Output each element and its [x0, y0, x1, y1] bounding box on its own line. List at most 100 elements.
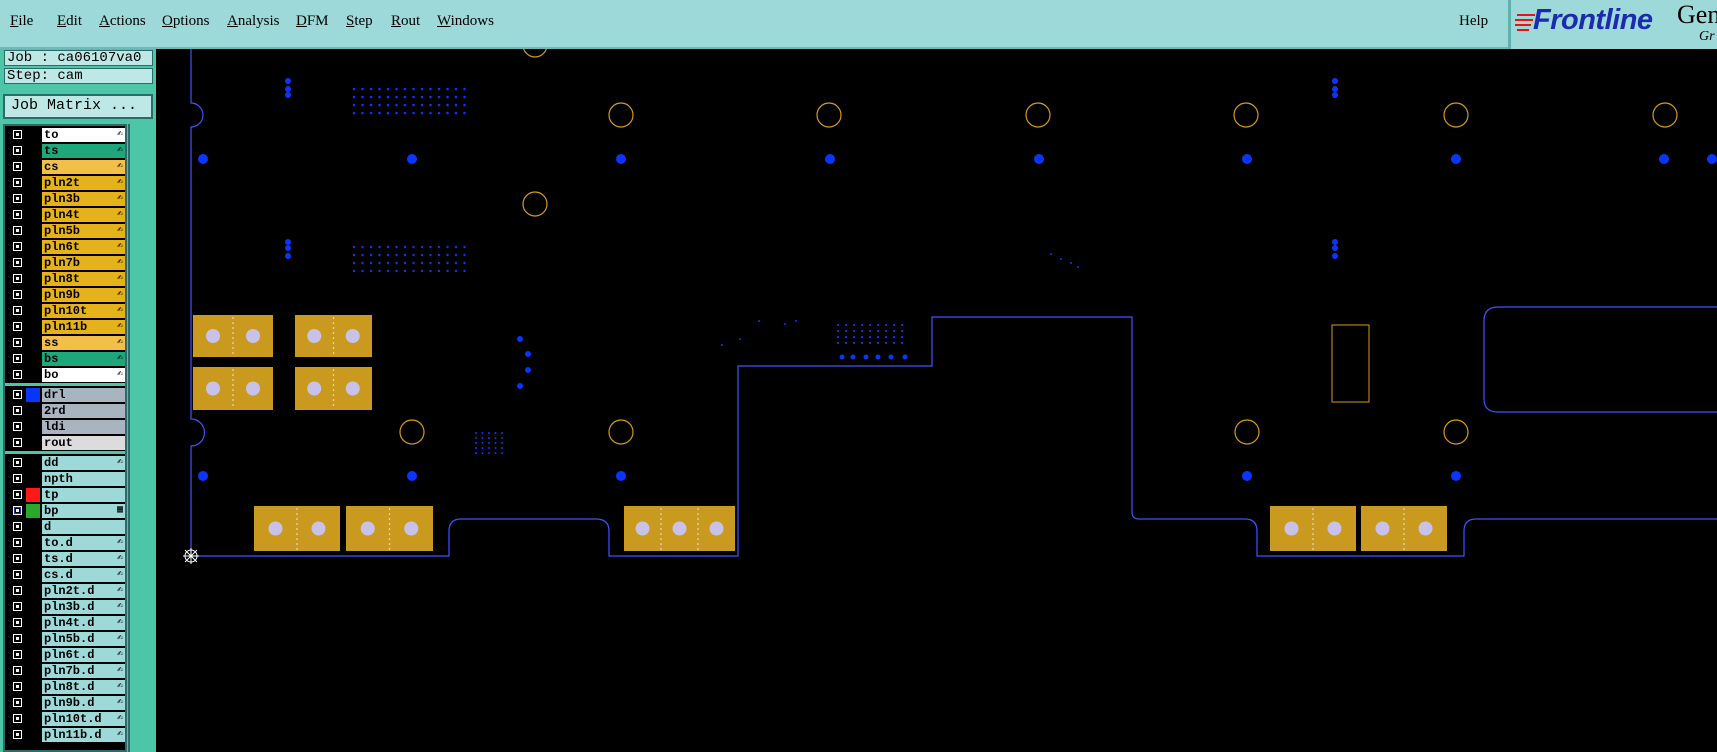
layer-label[interactable]: pln10t ✍ [42, 304, 125, 318]
layer-row-to[interactable]: to ✍ [7, 128, 125, 142]
menu-file[interactable]: File [10, 13, 33, 30]
layer-label[interactable]: to.d ✍ [42, 536, 125, 550]
menu-help[interactable]: Help [1459, 13, 1488, 30]
layer-row-pln6t[interactable]: pln6t ✍ [7, 240, 125, 254]
layer-row-pln8t[interactable]: pln8t ✍ [7, 272, 125, 286]
layer-row-dd[interactable]: dd ✍ [7, 456, 125, 470]
layer-checkbox[interactable] [13, 522, 22, 531]
layer-label[interactable]: pln7b.d ✍ [42, 664, 125, 678]
layer-label[interactable]: pln11b.d ✍ [42, 728, 125, 742]
job-matrix-button[interactable]: Job Matrix ... [3, 94, 153, 119]
layer-row-pln4t[interactable]: pln4t ✍ [7, 208, 125, 222]
layer-row-pln6t-d[interactable]: pln6t.d ✍ [7, 648, 125, 662]
layer-label[interactable]: ldi [42, 420, 125, 434]
layer-row-pln7b[interactable]: pln7b ✍ [7, 256, 125, 270]
layer-checkbox[interactable] [13, 506, 22, 515]
layer-label[interactable]: pln9b.d ✍ [42, 696, 125, 710]
layer-checkbox[interactable] [13, 490, 22, 499]
layer-row-2rd[interactable]: 2rd [7, 404, 125, 418]
layer-checkbox[interactable] [13, 714, 22, 723]
layer-label[interactable]: rout [42, 436, 125, 450]
layer-list-scrollbar[interactable] [128, 124, 153, 752]
layer-label[interactable]: pln6t.d ✍ [42, 648, 125, 662]
layer-checkbox[interactable] [13, 390, 22, 399]
layer-label[interactable]: pln9b ✍ [42, 288, 125, 302]
layer-checkbox[interactable] [13, 422, 22, 431]
layer-row-pln2t[interactable]: pln2t ✍ [7, 176, 125, 190]
layer-row-pln11b[interactable]: pln11b ✍ [7, 320, 125, 334]
layer-checkbox[interactable] [13, 338, 22, 347]
layer-row-pln10t[interactable]: pln10t ✍ [7, 304, 125, 318]
layer-row-to-d[interactable]: to.d ✍ [7, 536, 125, 550]
layer-label[interactable]: drl [42, 388, 125, 402]
layer-label[interactable]: bo ✍ [42, 368, 125, 382]
layer-label[interactable]: ss ✍ [42, 336, 125, 350]
layer-label[interactable]: pln5b ✍ [42, 224, 125, 238]
layer-row-pln3b-d[interactable]: pln3b.d ✍ [7, 600, 125, 614]
layer-row-ldi[interactable]: ldi [7, 420, 125, 434]
menu-actions[interactable]: Actions [99, 13, 146, 30]
layer-label[interactable]: pln5b.d ✍ [42, 632, 125, 646]
layer-row-bo[interactable]: bo ✍ [7, 368, 125, 382]
layer-checkbox[interactable] [13, 258, 22, 267]
layer-label[interactable]: pln11b ✍ [42, 320, 125, 334]
layer-label[interactable]: pln4t.d ✍ [42, 616, 125, 630]
layer-checkbox[interactable] [13, 438, 22, 447]
layer-checkbox[interactable] [13, 242, 22, 251]
layer-checkbox[interactable] [13, 698, 22, 707]
layer-checkbox[interactable] [13, 354, 22, 363]
layer-row-tp[interactable]: tp [7, 488, 125, 502]
layer-checkbox[interactable] [13, 730, 22, 739]
layer-row-pln2t-d[interactable]: pln2t.d ✍ [7, 584, 125, 598]
layer-checkbox[interactable] [13, 210, 22, 219]
layer-checkbox[interactable] [13, 406, 22, 415]
menu-options[interactable]: Options [162, 13, 210, 30]
layer-row-pln4t-d[interactable]: pln4t.d ✍ [7, 616, 125, 630]
layer-label[interactable]: ts ✍ [42, 144, 125, 158]
layer-row-pln9b-d[interactable]: pln9b.d ✍ [7, 696, 125, 710]
layer-row-cs[interactable]: cs ✍ [7, 160, 125, 174]
layer-row-pln3b[interactable]: pln3b ✍ [7, 192, 125, 206]
layer-label[interactable]: npth [42, 472, 125, 486]
layer-row-pln7b-d[interactable]: pln7b.d ✍ [7, 664, 125, 678]
layer-row-bs[interactable]: bs ✍ [7, 352, 125, 366]
layer-label[interactable]: bp ▦ [42, 504, 125, 518]
layer-label[interactable]: pln10t.d ✍ [42, 712, 125, 726]
menu-rout[interactable]: Rout [391, 13, 420, 30]
layer-checkbox[interactable] [13, 554, 22, 563]
layer-row-pln9b[interactable]: pln9b ✍ [7, 288, 125, 302]
layer-checkbox[interactable] [13, 194, 22, 203]
layer-checkbox[interactable] [13, 178, 22, 187]
layer-checkbox[interactable] [13, 290, 22, 299]
layer-row-rout[interactable]: rout [7, 436, 125, 450]
layer-row-ts-d[interactable]: ts.d ✍ [7, 552, 125, 566]
layer-label[interactable]: pln3b ✍ [42, 192, 125, 206]
layer-checkbox[interactable] [13, 570, 22, 579]
layer-label[interactable]: pln8t ✍ [42, 272, 125, 286]
layer-row-ss[interactable]: ss ✍ [7, 336, 125, 350]
layer-checkbox[interactable] [13, 682, 22, 691]
layer-checkbox[interactable] [13, 602, 22, 611]
layer-row-d[interactable]: d [7, 520, 125, 534]
layer-row-pln10t-d[interactable]: pln10t.d ✍ [7, 712, 125, 726]
layer-checkbox[interactable] [13, 650, 22, 659]
layer-label[interactable]: bs ✍ [42, 352, 125, 366]
layer-checkbox[interactable] [13, 370, 22, 379]
layer-checkbox[interactable] [13, 146, 22, 155]
layer-checkbox[interactable] [13, 474, 22, 483]
layer-label[interactable]: dd ✍ [42, 456, 125, 470]
layer-label[interactable]: d [42, 520, 125, 534]
layer-checkbox[interactable] [13, 130, 22, 139]
layer-row-npth[interactable]: npth [7, 472, 125, 486]
layer-label[interactable]: cs.d ✍ [42, 568, 125, 582]
layer-checkbox[interactable] [13, 586, 22, 595]
layer-row-pln11b-d[interactable]: pln11b.d ✍ [7, 728, 125, 742]
layer-label[interactable]: pln6t ✍ [42, 240, 125, 254]
layer-row-pln5b-d[interactable]: pln5b.d ✍ [7, 632, 125, 646]
layer-label[interactable]: pln2t ✍ [42, 176, 125, 190]
layer-label[interactable]: ts.d ✍ [42, 552, 125, 566]
layer-label[interactable]: pln8t.d ✍ [42, 680, 125, 694]
menu-step[interactable]: Step [346, 13, 373, 30]
layer-row-pln8t-d[interactable]: pln8t.d ✍ [7, 680, 125, 694]
menu-analysis[interactable]: Analysis [227, 13, 280, 30]
